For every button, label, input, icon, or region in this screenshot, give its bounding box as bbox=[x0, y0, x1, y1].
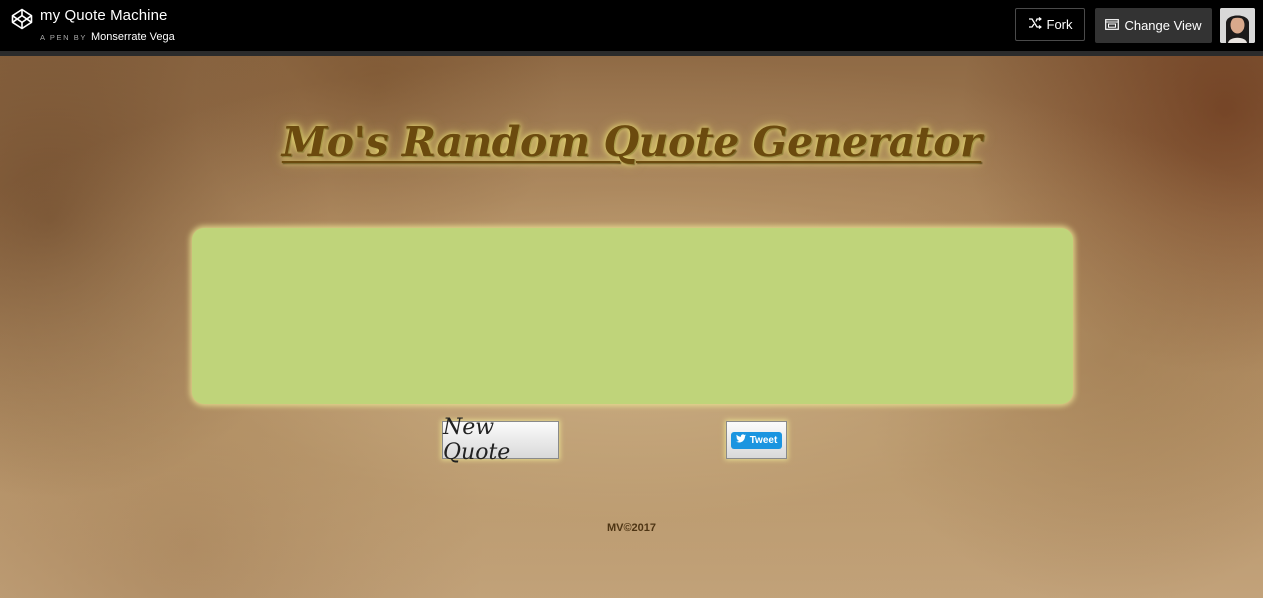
tweet-label: Tweet bbox=[749, 434, 778, 446]
tweet-button-frame: Tweet bbox=[726, 421, 787, 459]
footer-credit: MV©2017 bbox=[606, 522, 657, 534]
tweet-button[interactable]: Tweet bbox=[730, 431, 783, 449]
quote-box bbox=[192, 228, 1073, 404]
change-view-button[interactable]: Change View bbox=[1095, 8, 1212, 43]
pen-byline: A PEN BY Monserrate Vega bbox=[40, 31, 175, 43]
byline-prefix: A PEN BY bbox=[40, 33, 87, 42]
codepen-header: my Quote Machine A PEN BY Monserrate Vega… bbox=[0, 0, 1263, 56]
change-view-label: Change View bbox=[1124, 18, 1202, 33]
codepen-logo-icon[interactable] bbox=[11, 8, 33, 30]
page-title: Mo's Random Quote Generator bbox=[281, 118, 982, 166]
fork-label: Fork bbox=[1046, 17, 1073, 32]
user-avatar[interactable] bbox=[1220, 8, 1255, 43]
pen-title[interactable]: my Quote Machine bbox=[40, 7, 168, 24]
new-quote-button[interactable]: New Quote bbox=[442, 415, 559, 465]
author-link[interactable]: Monserrate Vega bbox=[91, 31, 175, 43]
quote-app-page: Mo's Random Quote Generator New Quote Tw… bbox=[0, 56, 1263, 598]
fork-icon bbox=[1028, 17, 1042, 32]
fork-button[interactable]: Fork bbox=[1015, 8, 1085, 41]
twitter-bird-icon bbox=[735, 434, 746, 446]
change-view-icon bbox=[1105, 18, 1120, 33]
